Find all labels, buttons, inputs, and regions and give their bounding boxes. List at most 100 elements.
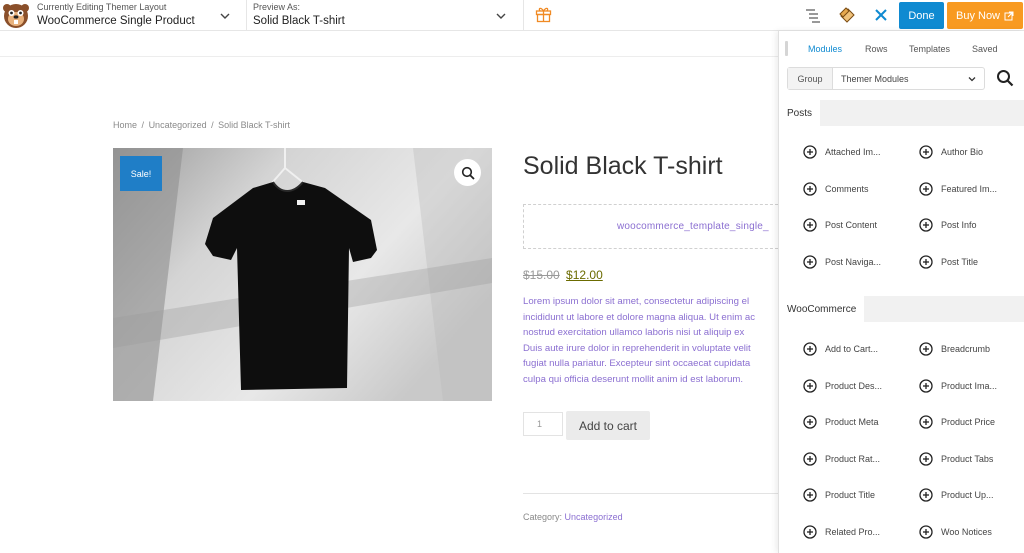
product-image[interactable] xyxy=(113,148,492,401)
search-icon[interactable] xyxy=(996,69,1014,87)
sale-badge-text: Sale! xyxy=(130,168,152,179)
module-item[interactable]: Post Info xyxy=(919,217,977,233)
add-circle-icon xyxy=(803,181,817,196)
buy-now-button[interactable]: Buy Now xyxy=(947,2,1023,29)
add-circle-icon xyxy=(919,488,933,502)
done-label: Done xyxy=(908,9,935,22)
module-item[interactable]: Comments xyxy=(803,181,869,197)
module-label: Woo Notices xyxy=(941,526,992,537)
stack-icon[interactable] xyxy=(839,7,855,23)
add-circle-icon xyxy=(803,342,817,356)
chevron-down-icon xyxy=(220,13,230,19)
module-label: Post Info xyxy=(941,220,977,230)
tab-rows[interactable]: Rows xyxy=(865,44,888,54)
module-group-selector[interactable]: Group Themer Modules xyxy=(787,67,985,90)
module-item[interactable]: Add to Cart... xyxy=(803,341,878,357)
breadcrumb-current: Solid Black T-shirt xyxy=(218,120,291,130)
buy-now-label: Buy Now xyxy=(955,9,1001,22)
module-label: Post Title xyxy=(941,256,979,267)
add-to-cart-label: Add to cart xyxy=(578,418,638,433)
zoom-button[interactable] xyxy=(454,159,481,186)
add-circle-icon xyxy=(803,488,817,502)
module-item[interactable]: Related Pro... xyxy=(803,524,880,540)
close-icon[interactable] xyxy=(873,7,889,23)
add-circle-icon xyxy=(919,451,933,466)
panel-drag-handle[interactable] xyxy=(785,41,788,56)
done-button[interactable]: Done xyxy=(899,2,944,29)
shortcode-text: woocommerce_template_single_ xyxy=(617,221,769,232)
category-label: Category: xyxy=(523,512,563,522)
add-circle-icon xyxy=(803,451,817,466)
sale-badge: Sale! xyxy=(120,156,162,191)
shortcode-module[interactable]: woocommerce_template_single_ xyxy=(523,204,778,249)
module-item[interactable]: Product Title xyxy=(803,487,875,503)
module-label: Product Meta xyxy=(825,417,879,427)
module-item[interactable]: Author Bio xyxy=(919,144,983,160)
category-link[interactable]: Uncategorized xyxy=(565,512,623,522)
group-select[interactable]: Themer Modules xyxy=(833,68,984,89)
preview-as-selector[interactable]: Preview As: Solid Black T-shirt xyxy=(253,2,518,29)
add-circle-icon xyxy=(919,181,933,196)
description-line: fugiat nulla pariatur. Excepteur sint oc… xyxy=(523,358,751,370)
description-line: Lorem ipsum dolor sit amet, consectetur … xyxy=(523,296,750,307)
magnifier-icon xyxy=(461,166,475,180)
module-item[interactable]: Featured Im... xyxy=(919,181,997,197)
add-circle-icon xyxy=(919,218,933,232)
module-label: Product Ima... xyxy=(941,380,998,391)
add-circle-icon xyxy=(919,342,933,356)
module-item[interactable]: Product Tabs xyxy=(919,451,993,467)
tab-saved[interactable]: Saved xyxy=(972,44,998,54)
module-label: Product Up... xyxy=(941,490,994,500)
add-circle-icon xyxy=(803,415,817,429)
layout-value: WooCommerce Single Product xyxy=(37,15,195,27)
product-short-description: Lorem ipsum dolor sit amet, consectetur … xyxy=(523,294,778,388)
breadcrumb-home[interactable]: Home xyxy=(113,120,137,130)
quantity-input[interactable]: 1 xyxy=(523,412,563,436)
add-to-cart-button[interactable]: Add to cart xyxy=(566,411,650,440)
module-label: Product Tabs xyxy=(941,453,994,464)
gift-icon[interactable] xyxy=(535,6,552,23)
themer-layout-selector[interactable]: Currently Editing Themer Layout WooComme… xyxy=(37,2,247,29)
builder-topbar: Currently Editing Themer Layout WooComme… xyxy=(0,0,1024,31)
add-circle-icon xyxy=(919,378,933,393)
module-label: Post Naviga... xyxy=(825,256,882,267)
chevron-down-icon xyxy=(496,13,506,19)
module-item[interactable]: Product Ima... xyxy=(919,378,997,394)
module-label: Comments xyxy=(825,183,869,194)
topbar-divider xyxy=(246,0,247,31)
outline-list-icon[interactable] xyxy=(805,7,821,23)
module-label: Product Title xyxy=(825,490,876,500)
add-circle-icon xyxy=(919,524,933,539)
module-item[interactable]: Woo Notices xyxy=(919,524,992,540)
module-item[interactable]: Post Title xyxy=(919,254,978,270)
panel-tabs: Modules Rows Templates Saved xyxy=(779,31,1024,64)
add-circle-icon xyxy=(803,378,817,393)
module-item[interactable]: Post Naviga... xyxy=(803,254,881,270)
add-circle-icon xyxy=(803,254,817,269)
add-circle-icon xyxy=(803,524,817,539)
module-item[interactable]: Post Content xyxy=(803,217,877,233)
add-circle-icon xyxy=(919,415,933,429)
tab-modules[interactable]: Modules xyxy=(808,44,842,54)
module-item[interactable]: Product Meta xyxy=(803,414,879,430)
module-label: Product Rat... xyxy=(825,453,881,464)
module-item[interactable]: Product Des... xyxy=(803,378,882,394)
tab-templates[interactable]: Templates xyxy=(909,44,950,54)
external-link-icon xyxy=(1004,11,1014,20)
beaver-logo-icon xyxy=(3,4,29,28)
group-label: Group xyxy=(788,68,833,89)
description-line: nostrud exercitation ullamco laboris nis… xyxy=(523,327,745,339)
breadcrumb-category[interactable]: Uncategorized xyxy=(149,120,207,130)
layout-label: Currently Editing Themer Layout xyxy=(37,2,167,12)
section-posts: Posts xyxy=(779,100,1024,126)
module-label: Featured Im... xyxy=(941,183,998,194)
module-item[interactable]: Product Rat... xyxy=(803,451,880,467)
module-item[interactable]: Attached Im... xyxy=(803,144,881,160)
topbar-divider xyxy=(523,0,524,31)
module-item[interactable]: Product Up... xyxy=(919,487,994,503)
section-title: Posts xyxy=(779,100,821,126)
module-label: Product Des... xyxy=(825,380,883,391)
module-label: Author Bio xyxy=(941,147,984,157)
module-item[interactable]: Breadcrumb xyxy=(919,341,990,357)
module-item[interactable]: Product Price xyxy=(919,414,995,430)
